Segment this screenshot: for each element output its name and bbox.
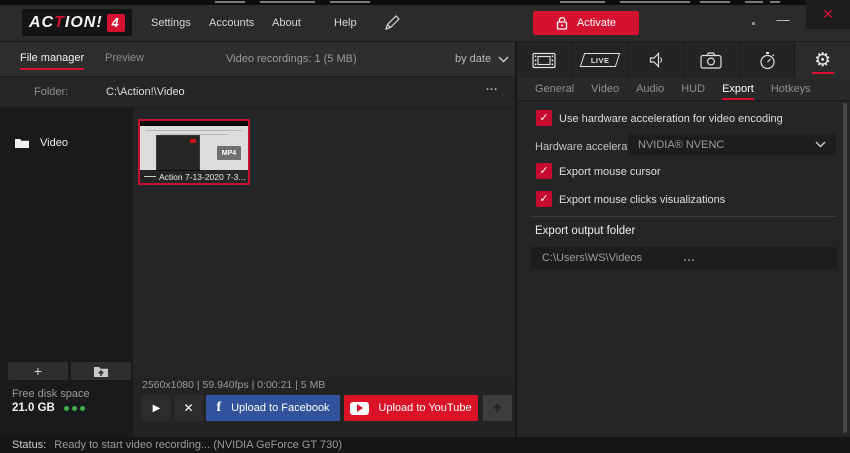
menu-help[interactable]: Help [334,17,357,29]
app-window: ACTION! 4 Settings Accounts About Help A… [0,0,850,453]
tab-video[interactable]: Video [591,83,619,95]
recordings-summary: Video recordings: 1 (5 MB) [226,53,357,65]
folder-browse-button[interactable]: ... [486,81,498,93]
recording-thumbnail[interactable]: MP4 Action 7-13-2020 7-3... [138,119,250,185]
disk-usage-dots [64,406,85,411]
checkbox-hw-accel[interactable]: ✓ [536,110,552,126]
facebook-icon: f [216,400,221,416]
checkbox-mouse-clicks[interactable]: ✓ [536,191,552,207]
upload-button-disabled[interactable] [483,395,512,421]
output-folder-path: C:\Users\WS\Videos [542,252,684,264]
logo-text: ACTION! [29,14,103,32]
folder-tree-panel: Video + Free disk space 21.0 GB [0,108,133,437]
tab-file-manager[interactable]: File manager [20,52,84,70]
folder-icon [14,137,30,149]
hw-accel-option-label: Use hardware acceleration for video enco… [559,113,783,125]
menu-about[interactable]: About [272,17,301,29]
tree-item-label: Video [40,137,68,149]
gear-icon: ⚙ [814,51,831,70]
tab-benchmark-icon[interactable] [740,42,796,78]
folder-path: C:\Action!\Video [106,86,185,98]
maximize-dot-icon [752,22,755,25]
chevron-down-icon [815,141,826,148]
folder-label: Folder: [34,86,68,98]
import-folder-button[interactable] [71,362,131,380]
menu-accounts[interactable]: Accounts [209,17,254,29]
tab-audio[interactable]: Audio [636,83,664,95]
tab-settings-icon[interactable]: ⚙ [795,42,850,78]
logo-version-badge: 4 [107,14,125,32]
output-folder-field: C:\Users\WS\Videos ... [530,247,837,269]
video-info: 2560x1080 | 59.940fps | 0:00:21 | 5 MB [142,379,325,391]
play-button[interactable]: ▶ [142,395,171,421]
mouse-cursor-option-label: Export mouse cursor [559,166,660,178]
tab-preview[interactable]: Preview [105,52,144,64]
pen-tool-icon[interactable] [383,14,401,32]
tree-item-video[interactable]: Video [0,132,133,154]
free-disk-space-label: Free disk space [12,388,90,400]
tab-hud[interactable]: HUD [681,83,705,95]
add-folder-button[interactable]: + [8,362,68,380]
free-disk-space-value: 21.0 GB [12,402,85,414]
menu-settings[interactable]: Settings [151,17,191,29]
activate-label: Activate [577,17,616,29]
recordings-list: MP4 Action 7-13-2020 7-3... [133,108,516,378]
folder-row: Folder: C:\Action!\Video ... [0,77,516,108]
lock-icon [556,16,569,31]
close-button[interactable]: ✕ [806,0,850,29]
tab-live-streaming-icon[interactable]: LIVE [573,42,629,78]
action-logo: ACTION! 4 [22,9,132,36]
delete-button[interactable]: ✕ [174,395,203,421]
export-settings-panel: ✓ Use hardware acceleration for video en… [517,101,850,437]
sort-by-dropdown[interactable]: by date [455,53,491,65]
tab-export[interactable]: Export [722,83,754,100]
tab-video-recordings-icon[interactable] [517,42,573,78]
tab-hotkeys[interactable]: Hotkeys [771,83,811,95]
right-panel-scrollbar[interactable] [843,103,847,433]
media-bar: 2560x1080 | 59.940fps | 0:00:21 | 5 MB ▶… [133,378,516,437]
settings-icon-tabs: LIVE ⚙ [517,42,850,78]
output-folder-browse-button[interactable]: ... [684,255,826,261]
format-badge: MP4 [217,146,241,160]
thumbnail-screen: MP4 Action 7-13-2020 7-3... [140,126,248,183]
status-label: Status: [12,439,46,451]
activate-button[interactable]: Activate [533,11,639,35]
menu-bar: ACTION! 4 Settings Accounts About Help A… [0,5,850,42]
file-manager-header: File manager Preview Video recordings: 1… [0,42,516,77]
section-divider [530,216,837,217]
tab-audio-icon[interactable] [628,42,684,78]
output-folder-header: Export output folder [535,225,635,237]
thumbnail-caption: Action 7-13-2020 7-3... [140,170,248,183]
youtube-icon [350,402,369,415]
tab-general[interactable]: General [535,83,574,95]
hw-accel-dropdown[interactable]: NVIDIA® NVENC [628,134,836,155]
upload-youtube-button[interactable]: Upload to YouTube [344,395,478,421]
thumbnail-mini-window [156,135,200,171]
tab-screenshots-icon[interactable] [684,42,740,78]
settings-tabs: General Video Audio HUD Export Hotkeys [517,78,850,101]
chevron-down-icon[interactable] [498,56,509,63]
status-text: Ready to start video recording... (NVIDI… [54,439,342,451]
upload-facebook-button[interactable]: f Upload to Facebook [206,395,340,421]
checkbox-mouse-cursor[interactable]: ✓ [536,163,552,179]
mouse-clicks-option-label: Export mouse clicks visualizations [559,194,725,206]
status-bar: Status: Ready to start video recording..… [0,437,850,453]
minimize-button[interactable]: — [773,11,793,31]
